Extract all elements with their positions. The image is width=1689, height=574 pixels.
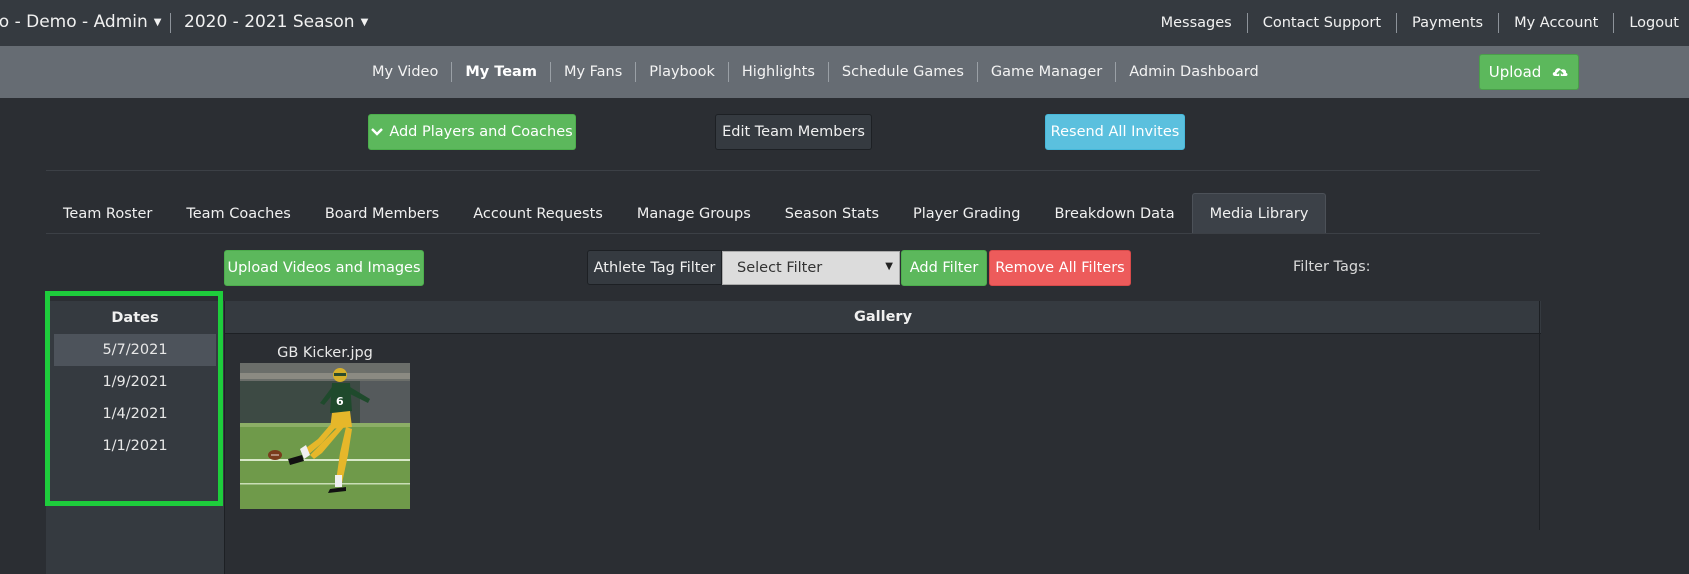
nav-playbook[interactable]: Playbook — [635, 62, 728, 82]
filter-tags-label: Filter Tags: — [1293, 259, 1371, 275]
date-item[interactable]: 5/7/2021 — [54, 334, 216, 366]
top-bar: ho - Demo - Admin ▼ 2020 - 2021 Season ▼ M… — [0, 0, 1689, 46]
tab-account-requests[interactable]: Account Requests — [456, 193, 620, 234]
remove-all-filters-button[interactable]: Remove All Filters — [989, 250, 1131, 286]
messages-link[interactable]: Messages — [1146, 13, 1247, 33]
nav-my-video[interactable]: My Video — [359, 62, 451, 82]
dates-header: Dates — [111, 309, 159, 326]
caret-down-icon: ▼ — [360, 17, 369, 28]
main-nav: My Video My Team My Fans Playbook Highli… — [0, 46, 1689, 98]
add-players-coaches-button[interactable]: Add Players and Coaches — [368, 114, 576, 150]
date-item[interactable]: 1/4/2021 — [54, 398, 216, 430]
gallery-header: Gallery — [225, 301, 1541, 334]
resend-invites-button[interactable]: Resend All Invites — [1045, 114, 1185, 150]
separator — [170, 13, 171, 33]
tab-media-library[interactable]: Media Library — [1191, 193, 1327, 234]
nav-game-manager[interactable]: Game Manager — [976, 62, 1115, 82]
season-label: 2020 - 2021 Season — [184, 12, 355, 32]
filter-select[interactable]: Select Filter ▼ — [722, 251, 900, 285]
gallery-thumbnail-image[interactable]: 6 — [240, 363, 410, 509]
date-item[interactable]: 1/1/2021 — [54, 430, 216, 462]
add-filter-label: Add Filter — [909, 260, 979, 276]
upload-button[interactable]: Upload — [1479, 54, 1579, 90]
nav-links: My Video My Team My Fans Playbook Highli… — [359, 46, 1272, 98]
gallery-panel: Gallery GB Kicker.jpg 6 — [224, 301, 1541, 574]
edit-team-members-label: Edit Team Members — [722, 124, 865, 140]
date-item[interactable]: 1/9/2021 — [54, 366, 216, 398]
resend-invites-label: Resend All Invites — [1050, 124, 1180, 140]
add-filter-button[interactable]: Add Filter — [901, 250, 987, 286]
tab-team-coaches[interactable]: Team Coaches — [169, 193, 307, 234]
chevron-down-icon — [371, 128, 384, 136]
organization-label: ho - Demo - Admin — [0, 12, 148, 32]
top-links: Messages Contact Support Payments My Acc… — [1146, 0, 1689, 46]
athlete-tag-filter-text: Athlete Tag Filter — [593, 259, 716, 276]
svg-text:6: 6 — [336, 395, 344, 408]
upload-videos-images-button[interactable]: Upload Videos and Images — [224, 250, 424, 286]
chevron-down-icon: ▼ — [885, 261, 893, 272]
filter-select-value: Select Filter — [737, 260, 823, 276]
contact-support-link[interactable]: Contact Support — [1246, 13, 1396, 33]
nav-highlights[interactable]: Highlights — [727, 62, 828, 82]
nav-schedule-games[interactable]: Schedule Games — [827, 62, 977, 82]
cloud-upload-icon — [1553, 68, 1568, 79]
tab-player-grading[interactable]: Player Grading — [896, 193, 1037, 234]
gallery-item[interactable]: GB Kicker.jpg 6 — [240, 345, 410, 509]
athlete-tag-filter-label: Athlete Tag Filter — [587, 250, 722, 285]
gallery-item-name: GB Kicker.jpg — [277, 345, 373, 361]
nav-admin-dashboard[interactable]: Admin Dashboard — [1115, 62, 1272, 82]
add-players-coaches-label: Add Players and Coaches — [389, 124, 573, 140]
dates-panel: Dates 5/7/2021 1/9/2021 1/4/2021 1/1/202… — [46, 301, 224, 574]
caret-down-icon: ▼ — [153, 17, 162, 28]
tab-team-roster[interactable]: Team Roster — [46, 193, 169, 234]
gallery-border — [1539, 301, 1540, 530]
payments-link[interactable]: Payments — [1396, 13, 1498, 33]
organization-dropdown[interactable]: ho - Demo - Admin ▼ — [0, 12, 161, 32]
tabs-underline — [46, 233, 1540, 234]
divider — [46, 170, 1540, 171]
tab-board-members[interactable]: Board Members — [308, 193, 456, 234]
tab-season-stats[interactable]: Season Stats — [768, 193, 896, 234]
team-tabs: Team Roster Team Coaches Board Members A… — [46, 193, 1327, 234]
edit-team-members-button[interactable]: Edit Team Members — [715, 114, 872, 150]
season-dropdown[interactable]: 2020 - 2021 Season ▼ — [184, 12, 368, 32]
remove-all-filters-label: Remove All Filters — [995, 260, 1125, 276]
tab-breakdown-data[interactable]: Breakdown Data — [1037, 193, 1191, 234]
nav-my-fans[interactable]: My Fans — [549, 62, 635, 82]
tab-manage-groups[interactable]: Manage Groups — [620, 193, 768, 234]
upload-button-label: Upload — [1488, 63, 1542, 81]
my-account-link[interactable]: My Account — [1498, 13, 1613, 33]
nav-my-team[interactable]: My Team — [451, 62, 550, 82]
upload-videos-images-label: Upload Videos and Images — [227, 260, 421, 276]
logout-link[interactable]: Logout — [1613, 13, 1689, 33]
